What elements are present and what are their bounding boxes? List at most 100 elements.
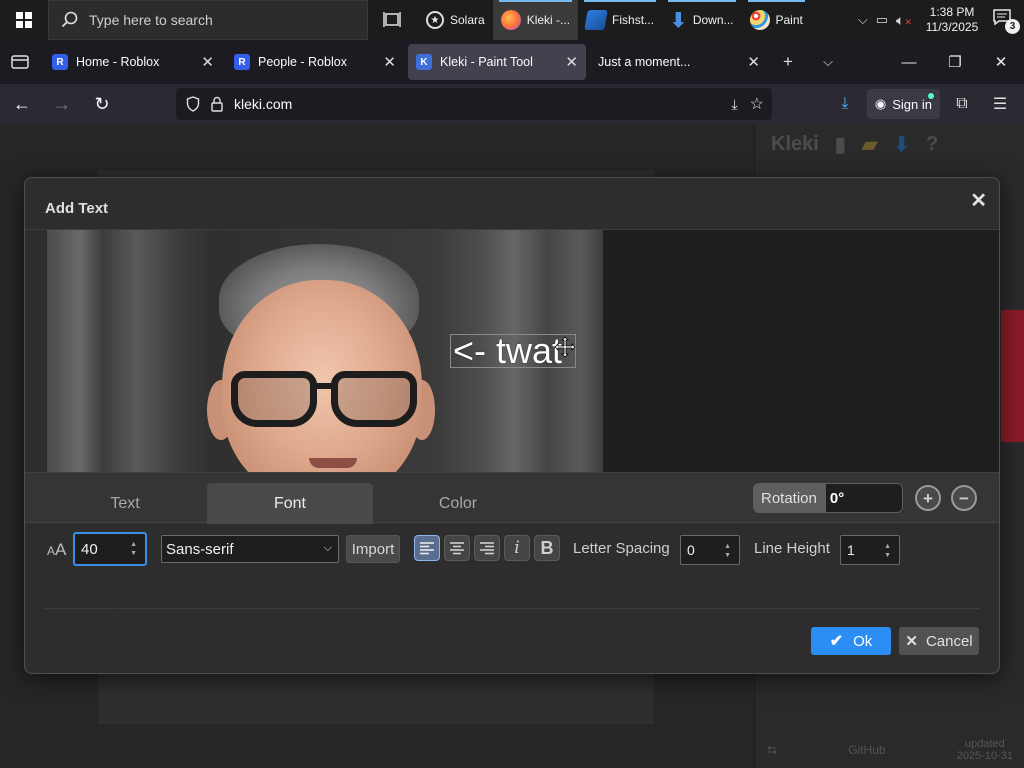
close-icon: ✕ <box>905 633 918 650</box>
font-size-icon: AA <box>47 540 67 559</box>
rotate-plus-button[interactable]: + <box>915 485 941 511</box>
checkmark-icon: ✔ <box>829 633 844 650</box>
color-slider[interactable] <box>1001 310 1024 442</box>
firefox-view-icon <box>11 55 29 69</box>
bookmark-star-icon[interactable]: ☆ <box>750 94 764 114</box>
tab-color[interactable]: Color <box>373 483 543 524</box>
tab-title: People - Roblox <box>258 55 347 69</box>
taskbar-search-placeholder: Type here to search <box>89 12 213 28</box>
rotate-minus-button[interactable]: − <box>951 485 977 511</box>
minimize-icon: — <box>901 53 917 71</box>
letter-spacing-input[interactable]: 0 ▲ ▼ <box>680 535 740 565</box>
network-icon[interactable]: ▭ <box>876 12 888 28</box>
tab-close-icon[interactable]: ✕ <box>201 53 214 71</box>
tab-people-roblox[interactable]: R People - Roblox ✕ <box>226 44 404 80</box>
install-app-icon[interactable]: ⤓ <box>731 96 737 113</box>
taskbar-app-solara[interactable]: ★ Solara <box>418 0 493 40</box>
rotation-input[interactable]: 0° <box>824 483 903 513</box>
close-window-button[interactable]: ✕ <box>978 40 1024 84</box>
align-center-button[interactable] <box>444 535 470 561</box>
plus-icon: + <box>783 52 793 71</box>
align-center-icon <box>450 542 464 555</box>
restore-button[interactable]: ❐ <box>932 40 978 84</box>
notifications-button[interactable]: 3 <box>992 8 1020 34</box>
arrow-left-icon: ← <box>13 93 31 114</box>
github-link[interactable]: GitHub <box>848 743 885 757</box>
rotation-control: Rotation 0° <box>753 483 903 513</box>
cancel-button[interactable]: ✕ Cancel <box>899 627 979 655</box>
font-family-select[interactable]: Sans-serif ⌵ <box>161 535 339 563</box>
tab-just-a-moment[interactable]: Just a moment... ✕ <box>590 44 768 80</box>
open-folder-icon[interactable]: ▰ <box>862 132 877 157</box>
clock[interactable]: 1:38 PM 11/3/2025 <box>920 5 984 35</box>
taskbar-app-label: Solara <box>450 13 485 27</box>
tab-close-icon[interactable]: ✕ <box>565 53 578 71</box>
firefox-view-button[interactable] <box>0 44 40 80</box>
save-download-icon[interactable]: ⬇ <box>893 132 910 157</box>
bold-button[interactable]: B <box>534 535 560 561</box>
italic-button[interactable]: i <box>504 535 530 561</box>
import-font-button[interactable]: Import <box>346 535 400 563</box>
close-icon: ✕ <box>994 54 1008 71</box>
task-view-button[interactable] <box>368 0 418 40</box>
help-icon[interactable]: ? <box>926 133 938 156</box>
move-cursor-icon <box>554 336 576 358</box>
minimize-button[interactable]: — <box>886 40 932 84</box>
forward-button[interactable]: → <box>44 88 80 120</box>
new-image-icon[interactable]: ▮ <box>835 132 846 157</box>
url-bar[interactable]: kleki.com ⤓ ☆ <box>176 88 772 120</box>
tab-close-icon[interactable]: ✕ <box>383 53 396 71</box>
kleki-favicon-icon: K <box>416 54 432 70</box>
reload-button[interactable]: ↻ <box>84 88 120 120</box>
list-all-tabs-button[interactable]: ⌵ <box>808 44 848 80</box>
spinner-icon[interactable]: ▲ ▼ <box>724 542 731 560</box>
rotation-label: Rotation <box>753 483 825 513</box>
align-left-icon <box>420 542 434 555</box>
kleki-footer: ⇆ GitHub updated 2025-10-31 <box>755 732 1024 768</box>
ok-button[interactable]: ✔ Ok <box>811 627 891 655</box>
line-height-input[interactable]: 1 ▲ ▼ <box>840 535 900 565</box>
bold-icon: B <box>540 537 554 558</box>
start-button[interactable] <box>0 0 48 40</box>
update-label: updated <box>964 738 1005 750</box>
align-right-button[interactable] <box>474 535 500 561</box>
align-left-button[interactable] <box>414 535 440 561</box>
tab-font[interactable]: Font <box>207 483 373 524</box>
notification-count-badge: 3 <box>1005 19 1020 34</box>
volume-muted-icon[interactable]: 🔈︎✕ <box>896 12 912 29</box>
restore-icon: ❐ <box>948 54 962 71</box>
extensions-button[interactable]: ⧉ <box>946 89 978 119</box>
clock-date: 11/3/2025 <box>925 20 979 34</box>
menu-button[interactable]: ☰ <box>984 89 1016 119</box>
lock-icon <box>211 96 223 112</box>
tab-kleki-paint-tool[interactable]: K Kleki - Paint Tool ✕ <box>408 44 586 80</box>
taskbar-search[interactable]: Type here to search <box>48 0 368 40</box>
dialog-tabs: Text Font Color Rotation 0° + − <box>25 472 999 524</box>
dialog-title: Add Text <box>45 200 109 217</box>
task-view-icon <box>383 12 401 27</box>
taskbar-app-fishstrap[interactable]: Fishst... <box>578 0 662 40</box>
close-dialog-button[interactable]: ✕ <box>970 188 987 213</box>
chevron-up-icon[interactable]: ⌵ <box>858 12 868 28</box>
puzzle-icon: ⧉ <box>956 95 968 112</box>
toolbar-right: ⤓ ◉ Sign in ⧉ ☰ <box>829 84 1024 124</box>
spinner-icon[interactable]: ▲ ▼ <box>884 542 891 560</box>
swap-icon[interactable]: ⇆ <box>767 743 777 757</box>
spinner-icon[interactable]: ▲ ▼ <box>130 540 137 558</box>
new-tab-button[interactable]: + <box>768 44 808 80</box>
taskbar-app-firefox-kleki[interactable]: Kleki -... <box>492 0 579 40</box>
downloads-button[interactable]: ⤓ <box>829 89 861 119</box>
add-text-dialog: Add Text ✕ <- twat Text Font Color Rotat… <box>24 177 1000 674</box>
back-button[interactable]: ← <box>4 88 40 120</box>
taskbar-app-downloads[interactable]: ⬇ Down... <box>662 0 741 40</box>
close-icon: ✕ <box>970 190 987 212</box>
taskbar-app-paint[interactable]: Paint <box>742 0 811 40</box>
text-preview-area[interactable]: <- twat <box>47 230 999 472</box>
tab-close-icon[interactable]: ✕ <box>747 53 760 71</box>
font-size-input[interactable]: 40 ▲ ▼ <box>73 532 147 566</box>
sign-in-button[interactable]: ◉ Sign in <box>866 89 940 119</box>
tab-home-roblox[interactable]: R Home - Roblox ✕ <box>44 44 222 80</box>
letter-spacing-value: 0 <box>687 542 695 558</box>
reload-icon: ↻ <box>94 93 110 114</box>
tab-text[interactable]: Text <box>25 483 225 524</box>
